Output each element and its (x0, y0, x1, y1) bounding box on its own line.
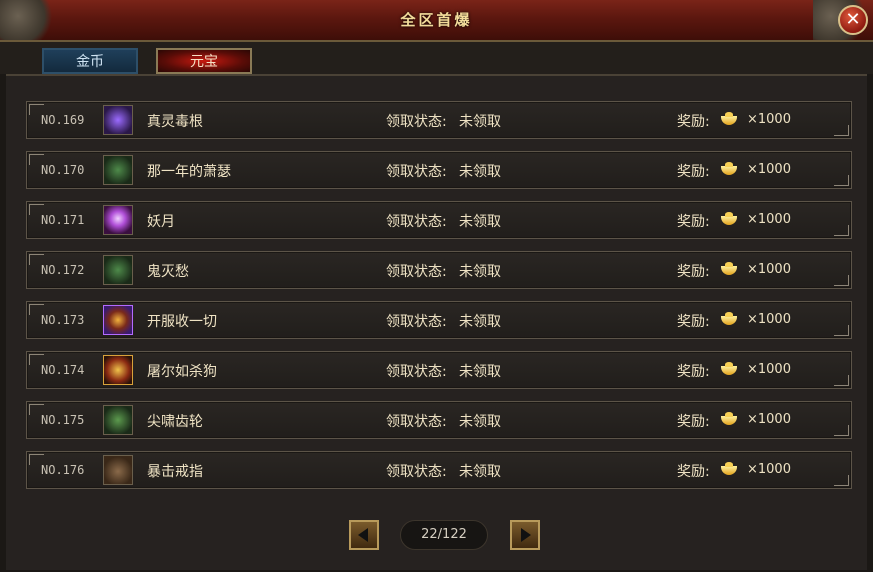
row-ornament (834, 425, 849, 436)
list-item: NO.173 开服收一切 领取状态: 未领取 奖励: ×1000 (26, 301, 852, 339)
list-item: NO.172 鬼灭愁 领取状态: 未领取 奖励: ×1000 (26, 251, 852, 289)
gold-ingot-icon (721, 162, 737, 175)
status-value: 未领取 (459, 114, 501, 130)
rank-number: NO.172 (41, 263, 85, 277)
gold-ingot-icon (721, 262, 737, 275)
status-label: 领取状态: (386, 164, 447, 180)
status-value: 未领取 (459, 414, 501, 430)
tab-yuanbao[interactable]: 元宝 (156, 48, 252, 74)
reward-label: 奖励: (677, 264, 710, 280)
rank-number: NO.174 (41, 363, 85, 377)
item-name: 真灵毒根 (147, 114, 203, 130)
reward-amount: ×1000 (747, 462, 791, 477)
reward-label: 奖励: (677, 364, 710, 380)
status-label: 领取状态: (386, 214, 447, 230)
prev-page-button[interactable] (349, 520, 379, 550)
status-label: 领取状态: (386, 314, 447, 330)
brown-ring-icon[interactable] (103, 455, 133, 485)
row-ornament (834, 325, 849, 336)
gold-ingot-icon (721, 412, 737, 425)
row-ornament (834, 125, 849, 136)
glowing-sword-icon[interactable] (103, 305, 133, 335)
list-item: NO.176 暴击戒指 领取状态: 未领取 奖励: ×1000 (26, 451, 852, 489)
gold-ingot-icon (721, 362, 737, 375)
item-name: 开服收一切 (147, 314, 217, 330)
reward-amount: ×1000 (747, 312, 791, 327)
rank-number: NO.176 (41, 463, 85, 477)
status-label: 领取状态: (386, 264, 447, 280)
reward-label: 奖励: (677, 114, 710, 130)
rank-number: NO.171 (41, 213, 85, 227)
reward-amount: ×1000 (747, 262, 791, 277)
row-ornament (834, 475, 849, 486)
title-bar: 全区首爆 ✕ (0, 0, 873, 42)
green-armor-icon[interactable] (103, 405, 133, 435)
status-label: 领取状态: (386, 364, 447, 380)
reward-amount: ×1000 (747, 112, 791, 127)
item-name: 那一年的萧瑟 (147, 164, 231, 180)
green-armor-icon[interactable] (103, 155, 133, 185)
list-item: NO.171 妖月 领取状态: 未领取 奖励: ×1000 (26, 201, 852, 239)
reward-label: 奖励: (677, 464, 710, 480)
rank-number: NO.170 (41, 163, 85, 177)
list-item: NO.174 屠尔如杀狗 领取状态: 未领取 奖励: ×1000 (26, 351, 852, 389)
item-name: 鬼灭愁 (147, 264, 189, 280)
gold-ingot-icon (721, 312, 737, 325)
tab-strip: 金币 元宝 (0, 42, 873, 74)
row-ornament (834, 375, 849, 386)
row-ornament (834, 175, 849, 186)
reward-label: 奖励: (677, 414, 710, 430)
status-value: 未领取 (459, 464, 501, 480)
record-list: NO.169 真灵毒根 领取状态: 未领取 奖励: ×1000 NO.170 那… (6, 74, 867, 570)
item-name: 尖啸齿轮 (147, 414, 203, 430)
page-indicator: 22/122 (400, 520, 488, 550)
green-armor-icon[interactable] (103, 255, 133, 285)
item-name: 妖月 (147, 214, 175, 230)
status-value: 未领取 (459, 264, 501, 280)
item-name: 暴击戒指 (147, 464, 203, 480)
status-label: 领取状态: (386, 464, 447, 480)
arrow-right-icon (521, 528, 531, 542)
status-value: 未领取 (459, 314, 501, 330)
reward-amount: ×1000 (747, 212, 791, 227)
list-item: NO.170 那一年的萧瑟 领取状态: 未领取 奖励: ×1000 (26, 151, 852, 189)
close-button[interactable]: ✕ (838, 5, 868, 35)
rank-number: NO.173 (41, 313, 85, 327)
rank-number: NO.169 (41, 113, 85, 127)
status-value: 未领取 (459, 164, 501, 180)
item-name: 屠尔如杀狗 (147, 364, 217, 380)
status-value: 未领取 (459, 214, 501, 230)
reward-amount: ×1000 (747, 412, 791, 427)
purple-claw-icon[interactable] (103, 105, 133, 135)
purple-orb-icon[interactable] (103, 205, 133, 235)
status-label: 领取状态: (386, 414, 447, 430)
gold-ingot-icon (721, 462, 737, 475)
window-title: 全区首爆 (400, 11, 473, 29)
list-item: NO.175 尖啸齿轮 领取状态: 未领取 奖励: ×1000 (26, 401, 852, 439)
tab-gold-coins[interactable]: 金币 (42, 48, 138, 74)
row-ornament (834, 275, 849, 286)
status-value: 未领取 (459, 364, 501, 380)
arrow-left-icon (358, 528, 368, 542)
reward-label: 奖励: (677, 314, 710, 330)
reward-amount: ×1000 (747, 162, 791, 177)
status-label: 领取状态: (386, 114, 447, 130)
golden-blade-icon[interactable] (103, 355, 133, 385)
row-ornament (834, 225, 849, 236)
reward-label: 奖励: (677, 164, 710, 180)
list-item: NO.169 真灵毒根 领取状态: 未领取 奖励: ×1000 (26, 101, 852, 139)
next-page-button[interactable] (510, 520, 540, 550)
gold-ingot-icon (721, 212, 737, 225)
rank-number: NO.175 (41, 413, 85, 427)
reward-label: 奖励: (677, 214, 710, 230)
gold-ingot-icon (721, 112, 737, 125)
reward-amount: ×1000 (747, 362, 791, 377)
